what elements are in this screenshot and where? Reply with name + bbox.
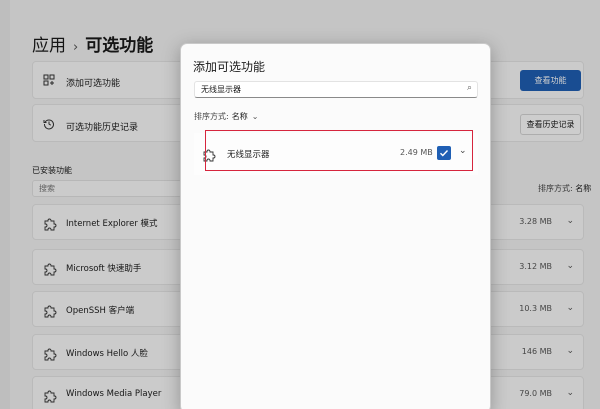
highlight-box (205, 130, 473, 171)
dialog-search-value: 无线显示器 (201, 85, 241, 94)
add-feature-dialog: 添加可选功能 无线显示器 ⌕ 排序方式: 名称 ⌄ 无线显示器 2.49 MB ⌄ (180, 43, 491, 409)
dialog-title: 添加可选功能 (193, 60, 266, 74)
chevron-down-icon: ⌄ (251, 112, 259, 121)
dialog-sort-value: 名称 (231, 112, 248, 121)
dialog-search-input[interactable]: 无线显示器 ⌕ (194, 81, 478, 98)
dialog-sort-label: 排序方式: (194, 112, 229, 121)
dialog-sort-control[interactable]: 排序方式: 名称 ⌄ (194, 111, 258, 122)
search-icon[interactable]: ⌕ (467, 83, 472, 93)
